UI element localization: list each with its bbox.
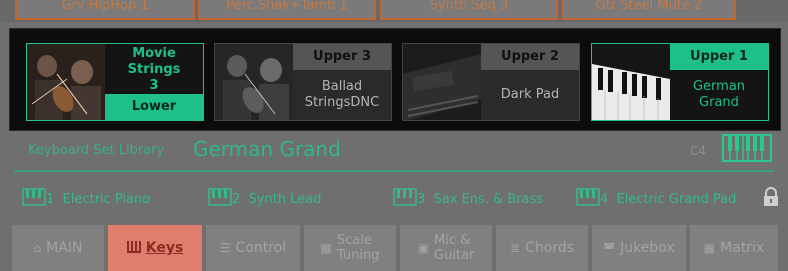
split-keyboard-icon[interactable]	[722, 134, 772, 162]
keyboard-icon	[22, 188, 46, 206]
sound-upper-1-header: Upper 1	[670, 44, 768, 70]
keyboard-set-name[interactable]: German Grand	[193, 137, 341, 161]
strings-photo	[27, 44, 105, 120]
keyboard-icon	[576, 188, 600, 206]
mic-icon: ▣	[417, 241, 429, 255]
sound-upper-2-name: Dark Pad	[481, 70, 579, 120]
keyboard-layers-popup: Movie Strings 3 Lower Upper 3 Ballad Strin…	[10, 29, 780, 130]
keyboard-icon	[393, 188, 417, 206]
chords-icon: ≣	[510, 241, 521, 255]
keyboard-icon	[208, 188, 232, 206]
keyboard-set-library-label[interactable]: Keyboard Set Library	[28, 143, 164, 158]
favorite-1[interactable]: 1 Electric Piano	[22, 188, 150, 207]
sound-lower-name: Movie Strings 3	[105, 44, 203, 97]
keys-icon	[126, 240, 141, 256]
tab-keys[interactable]: Keys	[108, 225, 202, 271]
lock-icon[interactable]	[762, 187, 780, 207]
sound-upper-1-name: German Grand	[670, 70, 768, 120]
tab-main[interactable]: ⌂ MAIN	[12, 225, 104, 271]
favorite-4[interactable]: 4 Electric Grand Pad	[576, 188, 736, 207]
sound-upper-2-header: Upper 2	[481, 44, 579, 70]
sound-upper-3-header: Upper 3	[293, 44, 391, 70]
home-icon: ⌂	[33, 241, 42, 255]
top-pad-1[interactable]: Grv HipHop 1	[15, 0, 195, 20]
synth-photo	[403, 44, 481, 120]
top-pad-strip: Grv HipHop 1 Perc Snak+Tamb 1 Synth Seq …	[0, 0, 788, 22]
tab-jukebox[interactable]: ◚ Jukebox	[592, 225, 686, 271]
favorite-3[interactable]: 3 Sax Ens. & Brass	[393, 188, 543, 207]
favorite-2[interactable]: 2 Synth Lead	[208, 188, 321, 207]
sound-upper-3[interactable]: Upper 3 Ballad StringsDNC	[214, 43, 392, 121]
sound-lower-role: Lower	[105, 94, 203, 120]
sound-upper-2[interactable]: Upper 2 Dark Pad	[402, 43, 580, 121]
sound-upper-1[interactable]: Upper 1 German Grand	[591, 43, 769, 121]
strings-photo	[215, 44, 293, 120]
library-divider	[14, 170, 774, 172]
split-point-note: C4	[690, 144, 707, 158]
tab-chords[interactable]: ≣ Chords	[496, 225, 588, 271]
jukebox-icon: ◚	[603, 241, 616, 255]
tab-scale-tuning[interactable]: ▦ Scale Tuning	[304, 225, 396, 271]
tab-matrix[interactable]: ▦ Matrix	[690, 225, 778, 271]
piano-photo	[592, 44, 670, 120]
tab-mic-guitar[interactable]: ▣ Mic & Guitar	[400, 225, 492, 271]
top-pad-3[interactable]: Synth Seq 3	[380, 0, 558, 20]
matrix-icon: ▦	[703, 241, 716, 255]
tab-control[interactable]: ☰ Control	[206, 225, 300, 271]
scale-icon: ▦	[320, 241, 332, 255]
sound-lower[interactable]: Movie Strings 3 Lower	[26, 43, 204, 121]
top-pad-4[interactable]: Gtr Steel Mute 2	[562, 0, 736, 20]
top-pad-2[interactable]: Perc Snak+Tamb 1	[198, 0, 376, 20]
sound-upper-3-name: Ballad StringsDNC	[293, 70, 391, 120]
sliders-icon: ☰	[219, 241, 231, 255]
